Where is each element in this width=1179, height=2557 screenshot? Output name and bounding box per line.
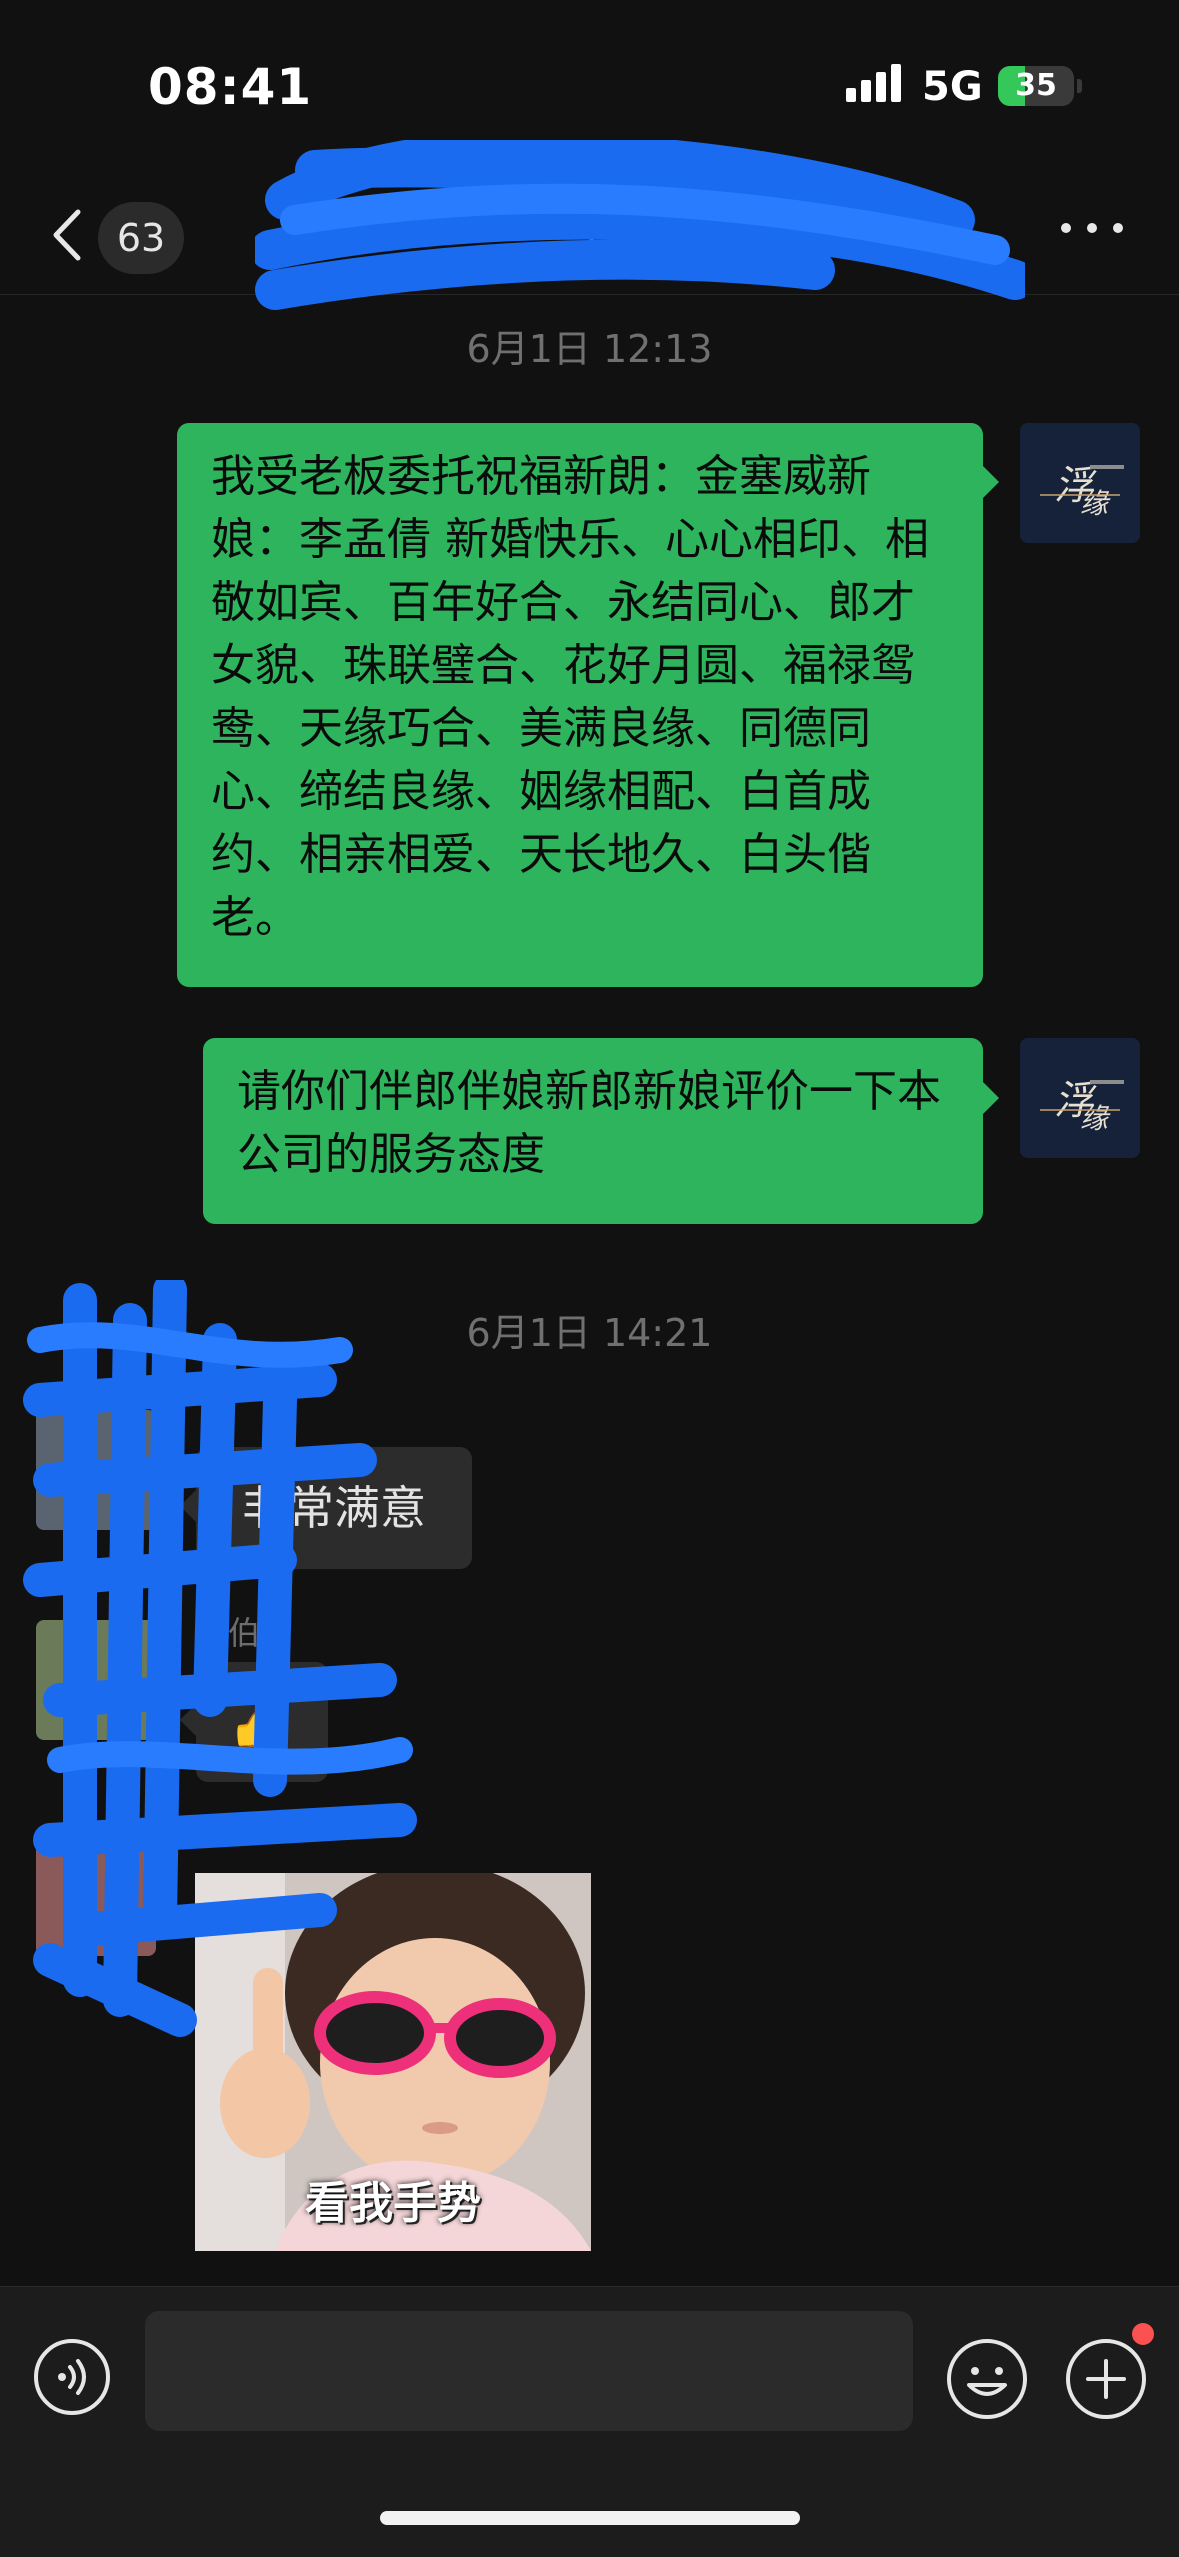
voice-input-icon[interactable]: [32, 2337, 112, 2417]
avatar[interactable]: 浮 缘: [1020, 423, 1140, 543]
more-options-icon[interactable]: [1056, 212, 1128, 244]
company-logo-icon: 浮 缘: [1020, 1038, 1140, 1158]
status-time: 08:41: [148, 58, 313, 116]
timestamp: 6月1日 12:13: [466, 327, 713, 371]
avatar[interactable]: 浮 缘: [1020, 1038, 1140, 1158]
bubble-tail: [983, 466, 999, 498]
outgoing-message[interactable]: 请你们伴郎伴娘新郎新娘评价一下本公司的服务态度: [203, 1038, 983, 1224]
chevron-left-icon: [53, 209, 81, 261]
sticker-caption: 看我手势: [305, 2178, 481, 2229]
bubble-tail: [983, 1082, 999, 1114]
message-input[interactable]: [145, 2311, 913, 2431]
signal-icon: [846, 64, 901, 102]
redaction-scribble: [255, 140, 1025, 310]
home-indicator: [380, 2511, 800, 2525]
company-logo-icon: 浮 缘: [1020, 423, 1140, 543]
svg-text:缘: 缘: [1080, 487, 1111, 520]
plus-icon[interactable]: [1064, 2337, 1148, 2421]
notification-dot: [1132, 2323, 1154, 2345]
battery-percent: 35: [1015, 68, 1057, 103]
back-button[interactable]: 63: [40, 190, 200, 274]
battery-icon: 35: [998, 66, 1074, 106]
redaction-scribble: [23, 1280, 417, 2037]
emoji-icon[interactable]: [945, 2337, 1029, 2421]
battery-nub: [1077, 79, 1082, 93]
svg-text:缘: 缘: [1080, 1102, 1111, 1135]
network-type: 5G: [922, 64, 983, 110]
outgoing-message[interactable]: 我受老板委托祝福新朗：金塞威新娘：李孟倩 新婚快乐、心心相印、相敬如宾、百年好合…: [177, 423, 983, 987]
unread-count-badge: 63: [98, 202, 184, 274]
